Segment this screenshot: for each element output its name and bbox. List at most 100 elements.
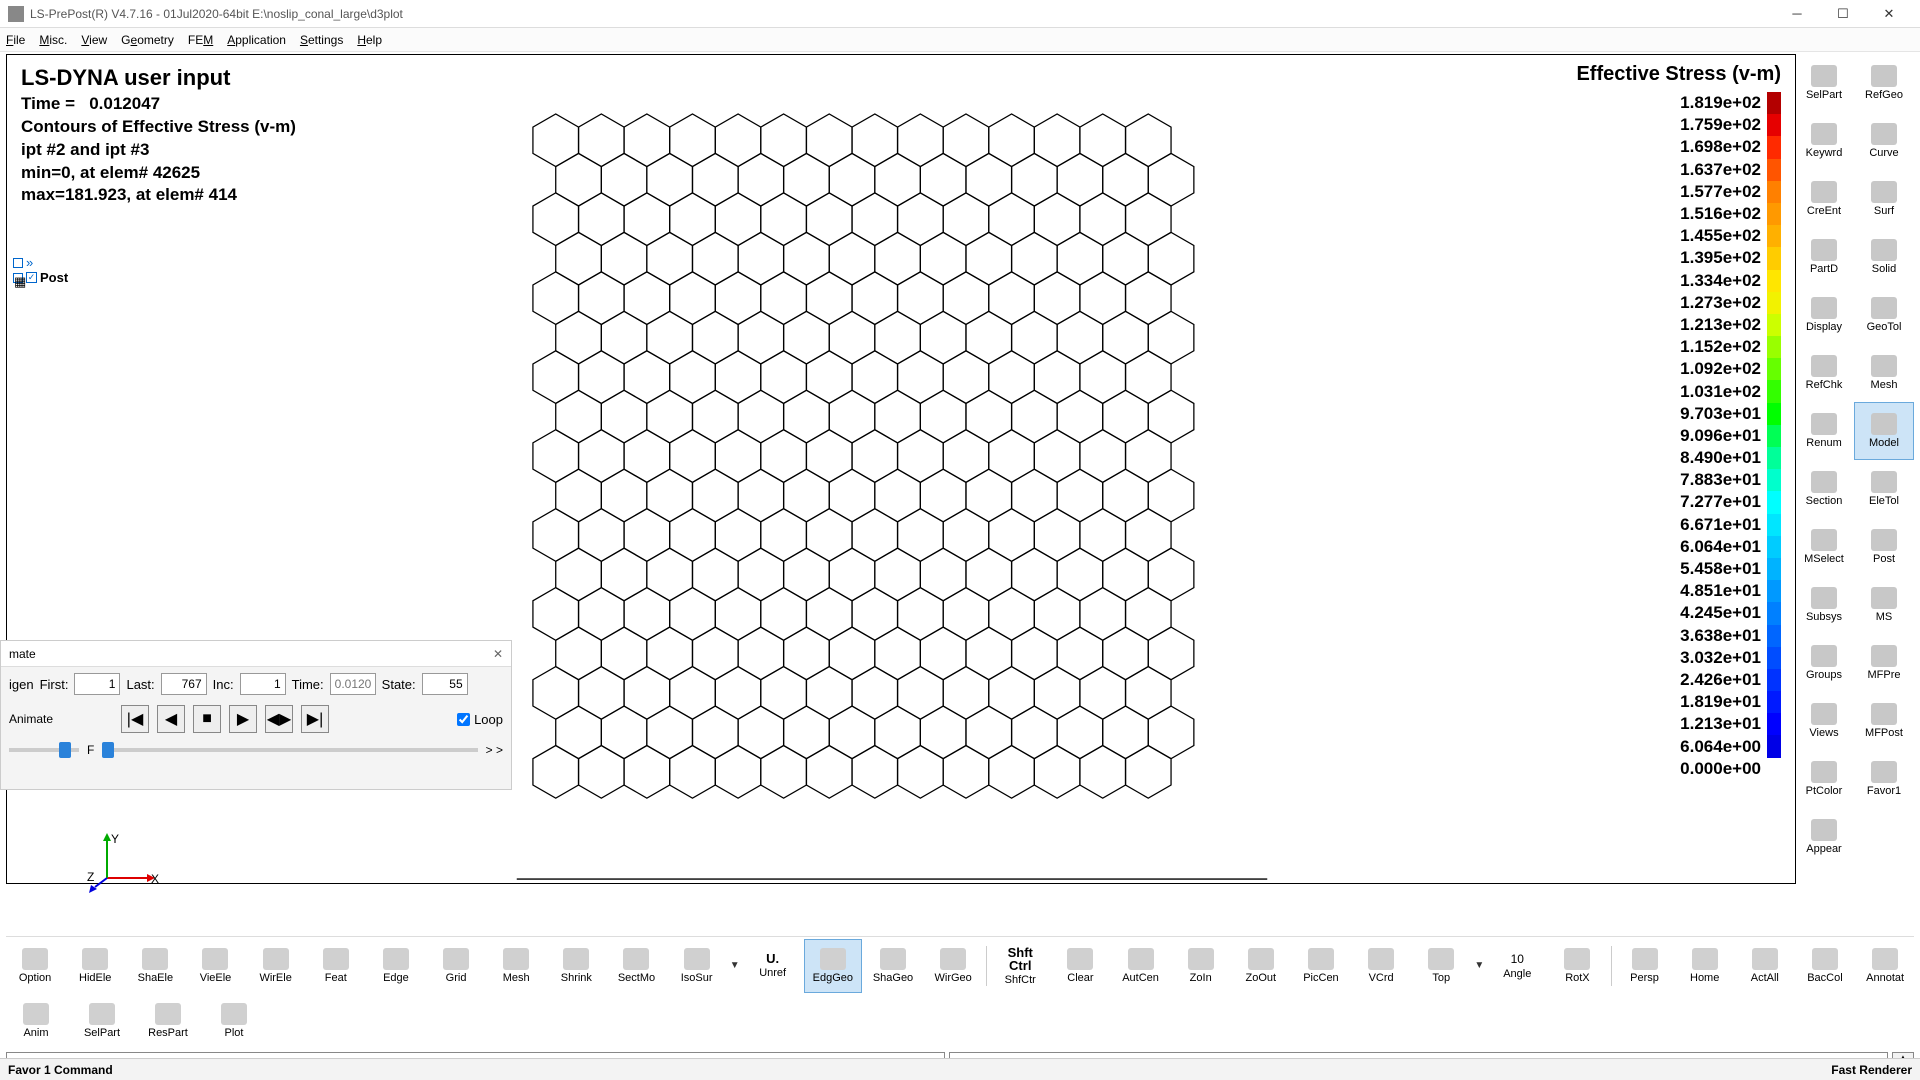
- rtool-mselect[interactable]: MSelect: [1794, 518, 1854, 576]
- slider-more[interactable]: > >: [486, 743, 503, 757]
- rtool-ms[interactable]: MS: [1854, 576, 1914, 634]
- btool-baccol[interactable]: BacCol: [1796, 939, 1854, 993]
- btool-shageo[interactable]: ShaGeo: [864, 939, 922, 993]
- btool-mesh[interactable]: Mesh: [487, 939, 545, 993]
- rtool-display[interactable]: Display: [1794, 286, 1854, 344]
- tree-expand-icon-2[interactable]: ▦: [13, 273, 23, 283]
- close-button[interactable]: ✕: [1866, 0, 1912, 28]
- btool-plot[interactable]: Plot: [204, 995, 264, 1047]
- rtool-solid[interactable]: Solid: [1854, 228, 1914, 286]
- stop-button[interactable]: ■: [193, 705, 221, 733]
- maximize-button[interactable]: ☐: [1820, 0, 1866, 28]
- btool-wirgeo[interactable]: WirGeo: [924, 939, 982, 993]
- rtool-keywrd[interactable]: Keywrd: [1794, 112, 1854, 170]
- slider-f-label: F: [87, 743, 94, 757]
- dropdown-icon[interactable]: ▼: [728, 960, 742, 971]
- btool-feat[interactable]: Feat: [307, 939, 365, 993]
- rtool-appear[interactable]: Appear: [1794, 808, 1854, 866]
- btool-shaele[interactable]: ShaEle: [126, 939, 184, 993]
- menu-fem[interactable]: FEM: [188, 33, 213, 47]
- rtool-geotol[interactable]: GeoTol: [1854, 286, 1914, 344]
- bounce-button[interactable]: ◀▶: [265, 705, 293, 733]
- btool-vieele[interactable]: VieEle: [186, 939, 244, 993]
- rtool-subsys[interactable]: Subsys: [1794, 576, 1854, 634]
- legend-row: 4.245e+01: [1576, 602, 1781, 624]
- menu-application[interactable]: Application: [227, 33, 286, 47]
- menu-help[interactable]: Help: [357, 33, 382, 47]
- rtool-model[interactable]: Model: [1854, 402, 1914, 460]
- state-input[interactable]: [422, 673, 468, 695]
- btool-edge[interactable]: Edge: [367, 939, 425, 993]
- first-input[interactable]: [74, 673, 120, 695]
- rtool-surf[interactable]: Surf: [1854, 170, 1914, 228]
- rtool-views[interactable]: Views: [1794, 692, 1854, 750]
- speed-slider[interactable]: [9, 748, 79, 752]
- rtool-ptcolor[interactable]: PtColor: [1794, 750, 1854, 808]
- btool-shrink[interactable]: Shrink: [547, 939, 605, 993]
- rtool-mesh[interactable]: Mesh: [1854, 344, 1914, 402]
- menu-file[interactable]: File: [6, 33, 25, 47]
- btool-autcen[interactable]: AutCen: [1111, 939, 1169, 993]
- rtool-selpart[interactable]: SelPart: [1794, 54, 1854, 112]
- btool-piccen[interactable]: PicCen: [1292, 939, 1350, 993]
- rtool-refgeo[interactable]: RefGeo: [1854, 54, 1914, 112]
- btool-zoout[interactable]: ZoOut: [1232, 939, 1290, 993]
- play-button[interactable]: ▶: [229, 705, 257, 733]
- first-frame-button[interactable]: |◀: [121, 705, 149, 733]
- rtool-refchk[interactable]: RefChk: [1794, 344, 1854, 402]
- btool-rotx[interactable]: RotX: [1548, 939, 1606, 993]
- btool-top[interactable]: Top: [1412, 939, 1470, 993]
- btool-edggeo[interactable]: EdgGeo: [804, 939, 862, 993]
- btool-wirele[interactable]: WirEle: [247, 939, 305, 993]
- rtool-renum[interactable]: Renum: [1794, 402, 1854, 460]
- legend-row: 1.819e+01: [1576, 691, 1781, 713]
- legend-value: 3.032e+01: [1680, 648, 1761, 668]
- rtool-mfpre[interactable]: MFPre: [1854, 634, 1914, 692]
- btool-angle[interactable]: 10Angle: [1488, 939, 1546, 993]
- tree-checkbox[interactable]: ✓: [26, 272, 37, 283]
- btool-sectmo[interactable]: SectMo: [607, 939, 665, 993]
- tree-chevron-icon[interactable]: »: [26, 255, 33, 270]
- time-input[interactable]: [330, 673, 376, 695]
- btool-clear[interactable]: Clear: [1051, 939, 1109, 993]
- rtool-partd[interactable]: PartD: [1794, 228, 1854, 286]
- rtool-eletol[interactable]: EleTol: [1854, 460, 1914, 518]
- btool-zoin[interactable]: ZoIn: [1172, 939, 1230, 993]
- btool-annotat[interactable]: Annotat: [1856, 939, 1914, 993]
- btool-vcrd[interactable]: VCrd: [1352, 939, 1410, 993]
- frame-slider[interactable]: [102, 748, 477, 752]
- rtool-groups[interactable]: Groups: [1794, 634, 1854, 692]
- menu-misc[interactable]: Misc.: [39, 33, 67, 47]
- menu-geometry[interactable]: Geometry: [121, 33, 174, 47]
- btool-anim[interactable]: Anim: [6, 995, 66, 1047]
- rtool-favor1[interactable]: Favor1: [1854, 750, 1914, 808]
- btool-isosur[interactable]: IsoSur: [668, 939, 726, 993]
- tree-post-label[interactable]: Post: [40, 270, 68, 285]
- minimize-button[interactable]: ─: [1774, 0, 1820, 28]
- btool-respart[interactable]: ResPart: [138, 995, 198, 1047]
- rtool-mfpost[interactable]: MFPost: [1854, 692, 1914, 750]
- last-input[interactable]: [161, 673, 207, 695]
- rtool-post[interactable]: Post: [1854, 518, 1914, 576]
- btool-grid[interactable]: Grid: [427, 939, 485, 993]
- prev-frame-button[interactable]: ◀: [157, 705, 185, 733]
- btool-option[interactable]: Option: [6, 939, 64, 993]
- btool-persp[interactable]: Persp: [1615, 939, 1673, 993]
- btool-hidele[interactable]: HidEle: [66, 939, 124, 993]
- menu-view[interactable]: View: [81, 33, 107, 47]
- rtool-creent[interactable]: CreEnt: [1794, 170, 1854, 228]
- loop-checkbox[interactable]: [457, 713, 470, 726]
- btool-shfctr[interactable]: Shft CtrlShfCtr: [991, 939, 1049, 993]
- btool-actall[interactable]: ActAll: [1736, 939, 1794, 993]
- dropdown-icon[interactable]: ▼: [1472, 960, 1486, 971]
- btool-unref[interactable]: U.Unref: [744, 939, 802, 993]
- animate-panel-close-icon[interactable]: ✕: [493, 647, 503, 661]
- menu-settings[interactable]: Settings: [300, 33, 343, 47]
- btool-home[interactable]: Home: [1676, 939, 1734, 993]
- inc-input[interactable]: [240, 673, 286, 695]
- rtool-curve[interactable]: Curve: [1854, 112, 1914, 170]
- last-frame-button[interactable]: ▶|: [301, 705, 329, 733]
- tree-expand-icon[interactable]: [13, 258, 23, 268]
- rtool-section[interactable]: Section: [1794, 460, 1854, 518]
- btool-selpart2[interactable]: SelPart: [72, 995, 132, 1047]
